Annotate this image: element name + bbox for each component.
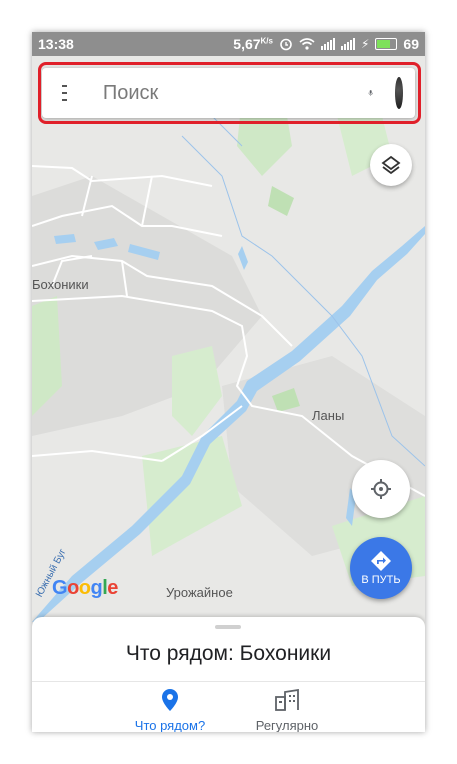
layers-icon: [381, 155, 401, 175]
go-button-label: В ПУТЬ: [361, 574, 401, 586]
network-speed: 5,67K/s: [233, 36, 273, 52]
status-icons: 5,67K/s ⚡ 69: [233, 36, 419, 52]
search-input[interactable]: [102, 81, 368, 105]
sheet-divider: [32, 681, 425, 682]
microphone-icon[interactable]: [368, 80, 373, 106]
place-pin-icon: [162, 689, 178, 711]
map-canvas[interactable]: [32, 56, 425, 622]
go-button[interactable]: В ПУТЬ: [350, 537, 412, 599]
sheet-drag-handle[interactable]: [215, 625, 241, 629]
map-label-bokhoniki: Бохоники: [32, 277, 89, 292]
avatar[interactable]: [395, 77, 403, 109]
bottom-sheet[interactable]: Что рядом: Бохоники Что рядом? Регулярно: [32, 617, 425, 732]
search-bar[interactable]: [42, 68, 415, 118]
tab-commute[interactable]: Регулярно: [227, 688, 347, 732]
wifi-icon: [299, 38, 315, 50]
my-location-icon: [371, 479, 391, 499]
my-location-button[interactable]: [352, 460, 410, 518]
tab-explore-nearby-label: Что рядом?: [134, 718, 206, 732]
layers-button[interactable]: [370, 144, 412, 186]
directions-icon: [371, 551, 391, 571]
battery-icon: [375, 38, 398, 50]
phone-screen: 13:38 5,67K/s ⚡ 69 Поиск Бохоники Ланы У…: [32, 32, 425, 732]
alarm-icon: [280, 38, 292, 51]
tab-explore-nearby[interactable]: Что рядом?: [110, 689, 230, 732]
map-label-lany: Ланы: [312, 408, 345, 423]
signal-icon-2: [340, 38, 355, 50]
tab-commute-label: Регулярно: [255, 718, 319, 732]
sheet-title: Что рядом: Бохоники: [125, 642, 332, 665]
signal-icon-1: [320, 38, 335, 50]
commute-icon: [275, 688, 299, 711]
menu-icon[interactable]: [62, 85, 67, 101]
status-bar: 13:38 5,67K/s ⚡ 69: [32, 32, 425, 56]
status-time: 13:38: [38, 36, 74, 52]
google-logo: Google: [52, 577, 118, 599]
battery-percent: 69: [403, 36, 419, 52]
charging-icon: ⚡: [360, 37, 370, 51]
map-label-urozhainoe: Урожайное: [166, 585, 233, 600]
